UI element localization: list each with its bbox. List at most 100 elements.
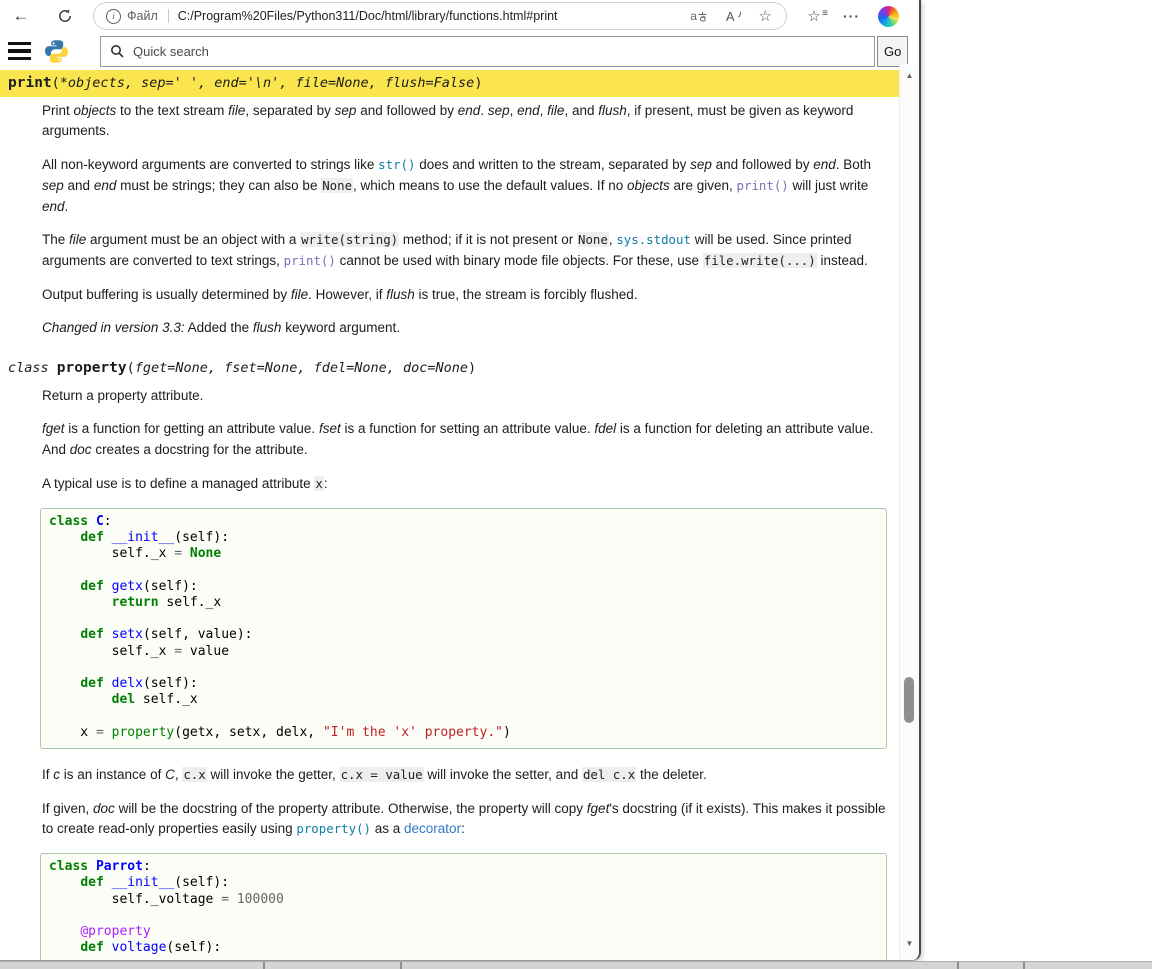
text-segment: Added the [185, 320, 253, 335]
text-segment: All non-keyword arguments are converted … [42, 157, 378, 172]
vertical-scrollbar[interactable]: ▲ ▼ [899, 64, 919, 959]
text-segment: . [480, 103, 488, 118]
inline-link[interactable]: decorator [404, 821, 461, 836]
code-token [49, 940, 80, 955]
text-segment: Print [42, 103, 74, 118]
code-token: = [174, 546, 182, 561]
site-info-label[interactable]: Файл [127, 9, 158, 23]
code-token [104, 627, 112, 642]
text-segment: argument must be an object with a [86, 232, 300, 247]
text-segment: and followed by [712, 157, 813, 172]
code-token: delx [112, 676, 143, 691]
code-token [229, 892, 237, 907]
text-segment: None [321, 178, 353, 193]
favorites-hub-icon: ☆≡ [801, 7, 827, 25]
code-token [182, 546, 190, 561]
code-token: Parrot [96, 859, 143, 874]
back-icon: ← [13, 6, 30, 26]
read-aloud-icon[interactable]: A [726, 9, 741, 24]
code-block-class-c: class C: def __init__(self): self._x = N… [40, 508, 887, 750]
text-segment: ( [127, 360, 135, 376]
code-token: property [112, 725, 175, 740]
code-token: (self): [143, 579, 198, 594]
inline-link[interactable]: sys.stdout [616, 232, 691, 247]
text-segment: , separated by [245, 103, 334, 118]
paragraph: If given, doc will be the docstring of t… [42, 799, 887, 840]
go-button[interactable]: Go [877, 36, 908, 67]
address-bar[interactable]: i Файл C:/Program%20Files/Python311/Doc/… [93, 2, 787, 30]
text-segment: A typical use is to define a managed att… [42, 476, 314, 491]
text-segment: , and [564, 103, 598, 118]
text-segment: c.x = value [340, 767, 424, 782]
code-token [104, 875, 112, 890]
text-segment: fdel [594, 421, 616, 436]
settings-more-button[interactable]: ··· [827, 8, 860, 24]
text-segment: ( [52, 75, 60, 91]
code-token: class [49, 514, 88, 529]
text-segment: is a function for setting an attribute v… [341, 421, 595, 436]
code-token [104, 940, 112, 955]
menu-button[interactable] [8, 39, 31, 63]
favorite-star-icon[interactable]: ☆ [759, 7, 772, 25]
code-token: del [112, 692, 135, 707]
code-token: None [190, 546, 221, 561]
property-class-entry: class property(fget=None, fset=None, fde… [8, 355, 899, 960]
scroll-down-arrow[interactable]: ▼ [900, 937, 919, 951]
inline-link[interactable]: print() [737, 178, 789, 193]
text-segment: If [42, 767, 53, 782]
code-token [88, 514, 96, 529]
text-segment: and [64, 178, 94, 193]
text-segment: is true, the stream is forcibly flushed. [415, 287, 638, 302]
text-segment: sep [42, 178, 64, 193]
text-segment: file [69, 232, 86, 247]
scroll-up-arrow[interactable]: ▲ [900, 69, 919, 83]
search-input[interactable] [131, 43, 874, 60]
python-logo[interactable] [44, 39, 69, 64]
text-segment: : [461, 821, 465, 836]
text-segment: file [291, 287, 308, 302]
text-segment: property [57, 360, 127, 376]
code-token [49, 676, 80, 691]
code-token [104, 579, 112, 594]
site-info-icon[interactable]: i [106, 9, 121, 24]
translate-icon[interactable]: a [690, 9, 708, 23]
text-segment: fset [319, 421, 341, 436]
favorites-hub-button[interactable]: ☆≡ [801, 7, 827, 25]
code-block-class-parrot: class Parrot: def __init__(self): self._… [40, 853, 887, 960]
code-token: = [174, 644, 182, 659]
code-token: def [80, 676, 103, 691]
back-button[interactable]: ← [6, 2, 36, 30]
code-token: self._voltage [49, 892, 221, 907]
inline-link[interactable]: str() [378, 157, 415, 172]
inline-link[interactable]: property() [296, 821, 371, 836]
text-segment: flush [598, 103, 627, 118]
text-segment: ) [474, 75, 482, 91]
scroll-thumb[interactable] [904, 677, 914, 723]
code-token [104, 676, 112, 691]
refresh-button[interactable] [50, 2, 80, 30]
text-segment: . [65, 199, 69, 214]
text-segment: print [8, 75, 52, 91]
text-segment: will invoke the getter, [207, 767, 340, 782]
inline-link[interactable]: print() [284, 253, 336, 268]
text-segment: class [8, 360, 57, 376]
page-area: Go print(*objects, sep=' ', end='\n', fi… [0, 32, 919, 960]
code-token: C [96, 514, 104, 529]
code-token [104, 530, 112, 545]
print-function-entry: print(*objects, sep=' ', end='\n', file=… [8, 70, 899, 339]
copilot-button[interactable] [860, 6, 899, 27]
code-token [49, 530, 80, 545]
code-token: (self): [166, 940, 221, 955]
code-token: "I'm the 'x' property." [323, 725, 503, 740]
text-segment: del c.x [582, 767, 636, 782]
code-token: (self, value): [143, 627, 253, 642]
code-token: __init__ [112, 875, 175, 890]
text-segment: will be the docstring of the property at… [115, 801, 587, 816]
code-token: class [49, 859, 88, 874]
code-token: self._x [49, 644, 174, 659]
url-text[interactable]: C:/Program%20Files/Python311/Doc/html/li… [178, 9, 558, 23]
text-segment: doc [93, 801, 115, 816]
text-segment: end [94, 178, 117, 193]
code-token [49, 595, 112, 610]
text-segment: is a function for getting an attribute v… [65, 421, 319, 436]
